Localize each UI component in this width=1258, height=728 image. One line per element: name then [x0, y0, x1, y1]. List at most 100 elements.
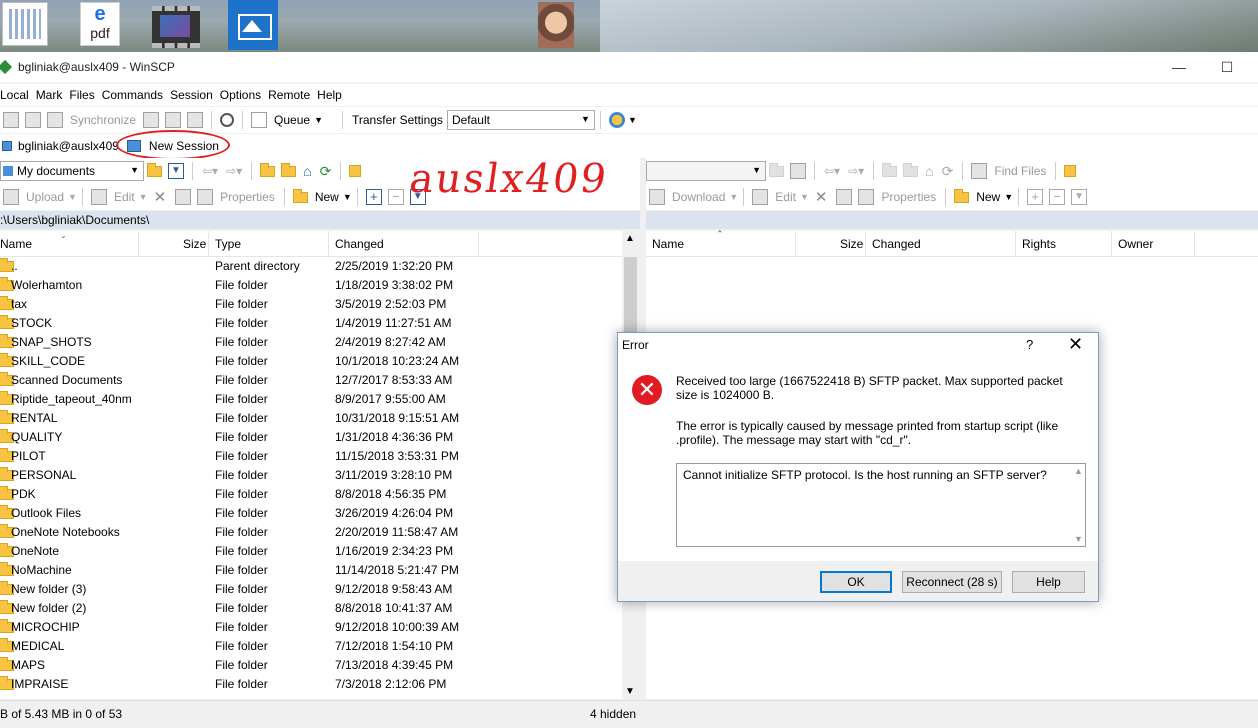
detail-scrollbar[interactable]: ▲ ▼	[1071, 464, 1085, 546]
column-divider[interactable]	[1111, 231, 1112, 257]
col-changed-header[interactable]: Changed	[335, 237, 384, 251]
column-divider[interactable]	[138, 231, 139, 257]
new-button[interactable]: New	[976, 190, 1000, 204]
table-row[interactable]: PERSONAL File folder 3/11/2019 3:28:10 PM	[0, 466, 622, 485]
queue-button[interactable]: Queue	[274, 113, 310, 127]
col-size-header[interactable]: Size	[183, 237, 206, 251]
remote-path-bar[interactable]	[646, 211, 1258, 229]
minimize-button[interactable]: —	[1156, 52, 1202, 82]
refresh-icon[interactable]: ⟳	[942, 163, 954, 180]
column-divider[interactable]	[865, 231, 866, 257]
table-row[interactable]: SKILL_CODE File folder 10/1/2018 10:23:24 …	[0, 352, 622, 371]
scroll-down-icon[interactable]: ▼	[1074, 534, 1083, 544]
tree-icon[interactable]	[349, 165, 362, 177]
table-row[interactable]: New folder (3) File folder 9/12/2018 9:58:…	[0, 580, 622, 599]
parent-dir-icon[interactable]	[882, 162, 898, 177]
person-photo-icon[interactable]	[538, 2, 574, 48]
menu-local[interactable]: Local	[0, 84, 33, 106]
gear-icon[interactable]	[220, 113, 235, 127]
new-button[interactable]: New	[315, 190, 339, 204]
table-row[interactable]: QUALITY File folder 1/31/2018 4:36:36 PM	[0, 428, 622, 447]
upload-button[interactable]: Upload	[26, 190, 64, 204]
filter-icon[interactable]: ▼	[168, 163, 184, 179]
edit-button[interactable]: Edit	[775, 190, 796, 204]
table-row[interactable]: IMPRAISE File folder 7/3/2018 2:12:06 PM	[0, 675, 622, 694]
table-row[interactable]: STOCK File folder 1/4/2019 11:27:51 AM	[0, 314, 622, 333]
table-row[interactable]: Scanned Documents File folder 12/7/2017 8:…	[0, 371, 622, 390]
chevron-down-icon[interactable]: ▼	[1004, 192, 1013, 202]
filter-icon[interactable]	[790, 163, 806, 179]
col-rights-header[interactable]: Rights	[1022, 237, 1056, 251]
col-type-header[interactable]: Type	[215, 237, 241, 251]
sync-browse-icon[interactable]	[25, 112, 41, 128]
synchronize-button[interactable]: Synchronize	[70, 113, 136, 127]
table-row[interactable]: .. Parent directory 2/25/2019 1:32:20 PM	[0, 257, 622, 276]
putty-icon[interactable]	[165, 112, 182, 128]
column-divider[interactable]	[478, 231, 479, 257]
menu-help[interactable]: Help	[317, 84, 346, 106]
chevron-down-icon[interactable]: ▼	[139, 192, 148, 202]
table-row[interactable]: OneNote File folder 1/16/2019 2:34:23 PM	[0, 542, 622, 561]
menu-mark[interactable]: Mark	[36, 84, 67, 106]
menu-remote[interactable]: Remote	[268, 84, 314, 106]
column-divider[interactable]	[1015, 231, 1016, 257]
table-row[interactable]: OneNote Notebooks File folder 2/20/2019 11…	[0, 523, 622, 542]
col-size-header[interactable]: Size	[840, 237, 863, 251]
table-row[interactable]: MAPS File folder 7/13/2018 4:39:45 PM	[0, 656, 622, 675]
home-icon[interactable]: ⌂	[925, 163, 933, 179]
table-row[interactable]: tax File folder 3/5/2019 2:52:03 PM	[0, 295, 622, 314]
filter-select-icon[interactable]: ▼	[1071, 189, 1088, 205]
table-row[interactable]: MEDICAL File folder 7/12/2018 1:54:10 PM	[0, 637, 622, 656]
hidden-files-status[interactable]: 4 hidden	[590, 707, 636, 721]
rename-icon[interactable]	[836, 189, 853, 205]
table-row[interactable]: PDK File folder 8/8/2018 4:56:35 PM	[0, 485, 622, 504]
local-file-list[interactable]: Name ⌄ Size Type Changed .. Parent direct…	[0, 231, 622, 699]
forward-icon[interactable]: ⇨▾	[226, 164, 242, 178]
col-name-header[interactable]: Name	[0, 237, 32, 251]
ok-button[interactable]: OK	[820, 571, 892, 593]
maximize-button[interactable]: ☐	[1204, 52, 1250, 82]
col-name-header[interactable]: Name	[652, 237, 684, 251]
select-minus-icon[interactable]: −	[1049, 189, 1066, 205]
select-plus-icon[interactable]: +	[1027, 189, 1044, 205]
dialog-close-button[interactable]: ✕	[1068, 333, 1083, 355]
transfer-settings-select[interactable]: Default ▼	[446, 110, 595, 130]
chevron-down-icon[interactable]: ▼	[68, 192, 77, 202]
reconnect-button[interactable]: Reconnect (28 s)	[902, 571, 1002, 593]
column-divider[interactable]	[1194, 231, 1195, 257]
back-icon[interactable]: ⇦▾	[824, 164, 840, 178]
table-row[interactable]: SNAP_SHOTS File folder 2/4/2019 8:27:42 AM	[0, 333, 622, 352]
open-folder-icon[interactable]	[147, 162, 162, 177]
select-minus-icon[interactable]: −	[387, 189, 404, 205]
local-path-bar[interactable]: :\Users\bgliniak\Documents\	[0, 211, 640, 229]
scroll-up-icon[interactable]: ▲	[625, 233, 635, 244]
parent-dir-icon[interactable]	[260, 162, 276, 177]
chevron-down-icon[interactable]: ▼	[314, 115, 323, 125]
col-changed-header[interactable]: Changed	[872, 237, 921, 251]
back-icon[interactable]: ⇦▾	[202, 164, 218, 178]
video-file-icon[interactable]	[152, 6, 200, 48]
download-button[interactable]: Download	[672, 190, 725, 204]
menu-commands[interactable]: Commands	[102, 84, 167, 106]
root-dir-icon[interactable]	[281, 162, 297, 177]
table-row[interactable]: NoMachine File folder 11/14/2018 5:21:47 P…	[0, 561, 622, 580]
console-icon[interactable]	[143, 112, 160, 128]
home-icon[interactable]: ⌂	[303, 163, 311, 179]
error-detail-box[interactable]: Cannot initialize SFTP protocol. Is the …	[676, 463, 1086, 547]
delete-icon[interactable]: ✕	[815, 188, 828, 206]
session-tab-auslx409[interactable]: bgliniak@auslx409	[0, 134, 119, 158]
table-row[interactable]: Riptide_tapeout_40nm File folder 8/9/2017 …	[0, 390, 622, 409]
help-button[interactable]: Help	[1012, 571, 1085, 593]
delete-icon[interactable]: ✕	[154, 188, 167, 206]
table-row[interactable]: MICROCHIP File folder 9/12/2018 10:00:39 A…	[0, 618, 622, 637]
local-location-select[interactable]: My documents ▼	[0, 161, 144, 181]
scroll-up-icon[interactable]: ▲	[1074, 466, 1083, 476]
chevron-down-icon[interactable]: ▼	[343, 192, 352, 202]
column-divider[interactable]	[795, 231, 796, 257]
col-owner-header[interactable]: Owner	[1118, 237, 1153, 251]
globe-icon[interactable]	[608, 112, 625, 128]
filter-select-icon[interactable]: ▼	[409, 189, 426, 205]
column-divider[interactable]	[328, 231, 329, 257]
menu-session[interactable]: Session	[170, 84, 217, 106]
chevron-down-icon[interactable]: ▼	[800, 192, 809, 202]
